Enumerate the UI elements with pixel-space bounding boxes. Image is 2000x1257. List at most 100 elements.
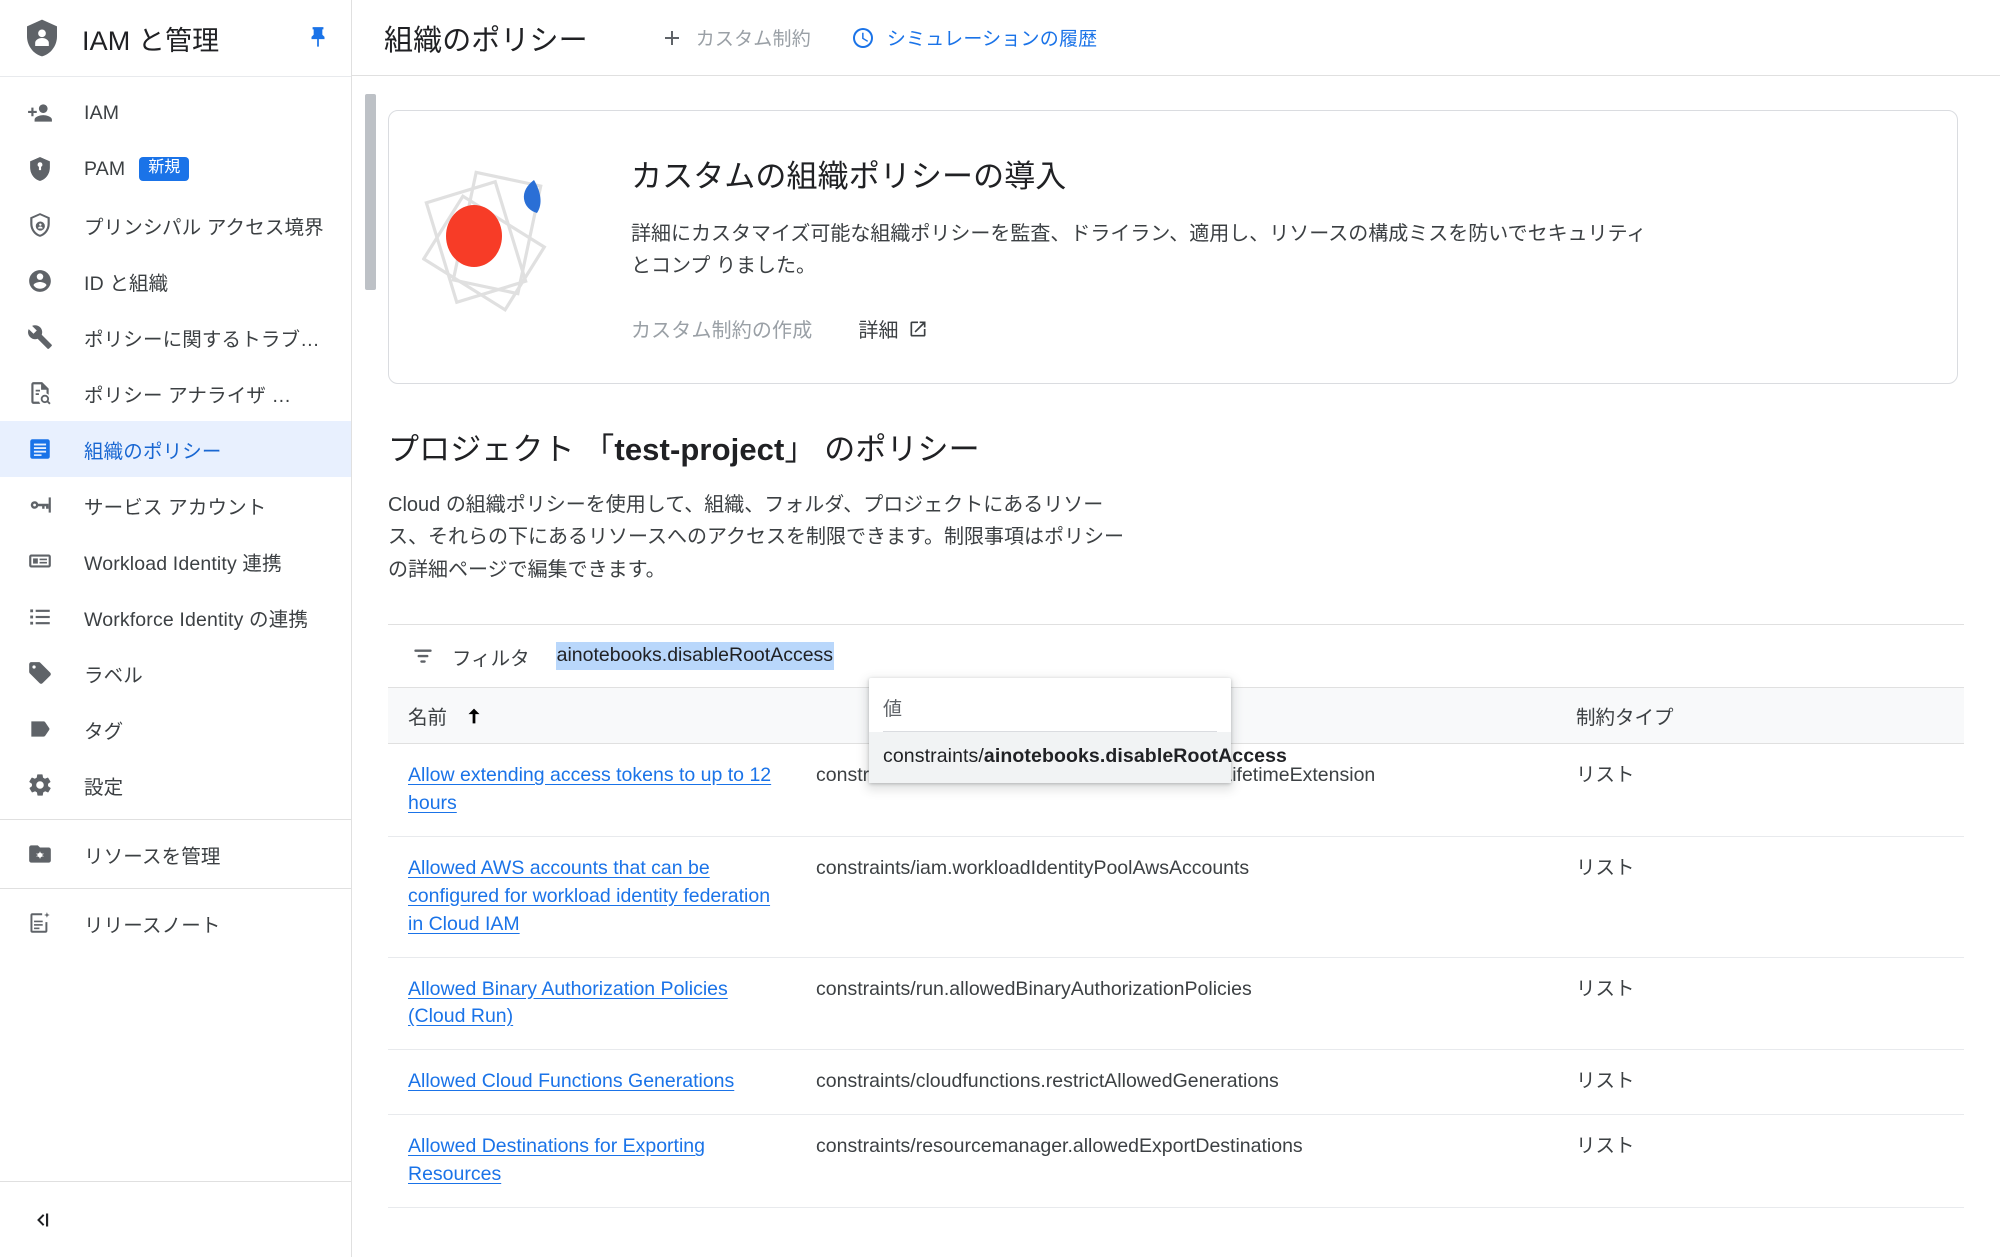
plus-icon xyxy=(660,26,684,50)
cell-policy-name: Allowed AWS accounts that can be configu… xyxy=(388,836,796,958)
scroll-region: カスタムの組織ポリシーの導入 詳細にカスタマイズ可能な組織ポリシーを監査、ドライ… xyxy=(352,76,2000,1257)
policy-name-link[interactable]: Allowed AWS accounts that can be configu… xyxy=(408,857,770,935)
cell-policy-name: Allowed Binary Authorization Policies (C… xyxy=(388,957,796,1051)
custom-constraint-button[interactable]: カスタム制約 xyxy=(660,24,811,51)
sidebar-item-label: ラベル xyxy=(84,664,143,687)
external-link-icon xyxy=(908,319,928,339)
section-title-suffix: 」 のポリシー xyxy=(784,432,980,467)
sidebar-item-policy-troubleshooter[interactable]: ポリシーに関するトラブ… xyxy=(0,309,351,365)
section-description: Cloud の組織ポリシーを使用して、組織、フォルダ、プロジェクトにあるリソース… xyxy=(388,494,1124,581)
sidebar-item-iam[interactable]: IAM xyxy=(0,85,351,141)
filter-input[interactable]: ainotebooks.disableRootAccess xyxy=(555,642,835,671)
sidebar-item-label: Workload Identity 連携 xyxy=(84,552,282,575)
sidebar-divider xyxy=(0,888,351,889)
table-row[interactable]: Allowed Destinations for Exporting Resou… xyxy=(388,1114,1964,1208)
sidebar-item-label: ポリシー アナライザ … xyxy=(84,384,292,407)
autocomplete-field-label: 値 xyxy=(883,699,903,720)
collapse-panel-icon xyxy=(28,1207,54,1233)
create-custom-constraint-link[interactable]: カスタム制約の作成 xyxy=(631,314,812,343)
cell-constraint-type: リスト xyxy=(1556,743,1964,837)
sidebar-item-tags[interactable]: タグ xyxy=(0,701,351,757)
filter-label: フィルタ xyxy=(452,647,530,670)
promo-description: 詳細にカスタマイズ可能な組織ポリシーを監査、ドライラン、適用し、リソースの構成ミ… xyxy=(631,222,1647,277)
sidebar-item-label: ID と組織 xyxy=(84,272,169,295)
page-title: 組織のポリシー xyxy=(384,24,588,57)
sidebar-item-principal-access-boundary[interactable]: プリンシパル アクセス境界 xyxy=(0,197,351,253)
column-header-type-label: 制約タイプ xyxy=(1576,707,1674,730)
sidebar-item-label: IAM xyxy=(84,101,120,124)
sidebar-item-release-notes[interactable]: リリースノート xyxy=(0,895,351,951)
cell-constraint-id: constraints/iam.workloadIdentityPoolAwsA… xyxy=(796,836,1556,958)
top-toolbar: 組織のポリシー カスタム制約 シミュレーションの履歴 xyxy=(352,0,2000,76)
sidebar-item-policy-analyzer[interactable]: ポリシー アナライザ … xyxy=(0,365,351,421)
release-notes-icon xyxy=(26,909,54,937)
sidebar-item-organization-policies[interactable]: 組織のポリシー xyxy=(0,421,351,477)
sidebar-item-manage-resources[interactable]: リソースを管理 xyxy=(0,826,351,882)
promo-body: カスタムの組織ポリシーの導入 詳細にカスタマイズ可能な組織ポリシーを監査、ドライ… xyxy=(619,151,1675,344)
sidebar-item-label: 設定 xyxy=(84,776,124,799)
section-title: プロジェクト 「test-project」 のポリシー xyxy=(388,424,2000,469)
sidebar-item-label: 組織のポリシー xyxy=(84,440,222,463)
learn-more-link[interactable]: 詳細 xyxy=(858,314,927,343)
pin-icon[interactable] xyxy=(305,25,331,51)
policy-name-link[interactable]: Allowed Cloud Functions Generations xyxy=(408,1070,734,1092)
simulation-history-label: シミュレーションの履歴 xyxy=(886,29,1098,50)
shield-person-icon xyxy=(22,18,62,58)
sidebar-item-label: プリンシパル アクセス境界 xyxy=(84,216,324,239)
sidebar-item-settings[interactable]: 設定 xyxy=(0,757,351,813)
autocomplete-option-prefix: constraints/ xyxy=(883,745,984,767)
cell-constraint-type: リスト xyxy=(1556,836,1964,958)
collapse-panel-button[interactable] xyxy=(0,1181,351,1257)
sidebar-item-pam[interactable]: PAM 新規 xyxy=(0,141,351,197)
sidebar-item-workforce-identity-federation[interactable]: Workforce Identity の連携 xyxy=(0,589,351,645)
sidebar-item-service-accounts[interactable]: サービス アカウント xyxy=(0,477,351,533)
label-icon xyxy=(26,659,54,687)
autocomplete-option[interactable]: constraints/ainotebooks.disableRootAcces… xyxy=(869,732,1287,783)
tag-icon xyxy=(26,715,54,743)
status-badge-new: 新規 xyxy=(139,156,190,182)
cell-policy-name: Allow extending access tokens to up to 1… xyxy=(388,743,796,837)
key-card-icon xyxy=(26,491,54,519)
policy-document-icon xyxy=(26,435,54,463)
filter-autocomplete-popup: 値 constraints/ainotebooks.disableRootAcc… xyxy=(869,678,1287,783)
simulation-history-button[interactable]: シミュレーションの履歴 xyxy=(851,24,1097,51)
person-add-icon xyxy=(26,99,54,127)
cell-policy-name: Allowed Cloud Functions Generations xyxy=(388,1049,796,1116)
table-row[interactable]: Allowed Cloud Functions Generations cons… xyxy=(388,1049,1964,1116)
promo-actions: カスタム制約の作成 詳細 xyxy=(631,314,1651,343)
list-icon xyxy=(26,603,54,631)
autocomplete-value-field[interactable]: 値 xyxy=(883,688,1217,732)
custom-policy-promo-card: カスタムの組織ポリシーの導入 詳細にカスタマイズ可能な組織ポリシーを監査、ドライ… xyxy=(388,110,1958,384)
table-row[interactable]: Allowed Binary Authorization Policies (C… xyxy=(388,957,1964,1051)
autocomplete-option-match: ainotebooks.disableRootAccess xyxy=(983,745,1287,767)
sidebar-item-label: タグ xyxy=(84,720,124,743)
column-header-name[interactable]: 名前 xyxy=(388,687,796,745)
wrench-icon xyxy=(26,323,54,351)
sidebar-item-label: サービス アカウント xyxy=(84,496,267,519)
arrow-up-icon xyxy=(463,705,485,727)
cell-constraint-type: リスト xyxy=(1556,957,1964,1051)
section-title-prefix: プロジェクト 「 xyxy=(388,432,615,467)
sidebar-item-label: リソースを管理 xyxy=(84,845,221,868)
column-header-constraint-type[interactable]: 制約タイプ xyxy=(1556,687,1964,745)
sidebar-item-labels[interactable]: ラベル xyxy=(0,645,351,701)
page-app-title: IAM と管理 xyxy=(82,25,220,56)
policy-name-link[interactable]: Allowed Destinations for Exporting Resou… xyxy=(408,1135,705,1185)
filter-list-icon[interactable] xyxy=(410,643,436,669)
table-body: Allow extending access tokens to up to 1… xyxy=(388,743,1964,1208)
sidebar-item-label: PAM xyxy=(84,157,126,180)
cell-constraint-id: constraints/resourcemanager.allowedExpor… xyxy=(796,1114,1556,1208)
toolbar-actions: カスタム制約 シミュレーションの履歴 xyxy=(660,24,1138,51)
policy-name-link[interactable]: Allowed Binary Authorization Policies (C… xyxy=(408,978,728,1028)
sidebar-header: IAM と管理 xyxy=(0,0,351,77)
clock-history-icon xyxy=(851,26,875,50)
folder-gear-icon xyxy=(26,840,54,868)
sidebar-item-workload-identity-federation[interactable]: Workload Identity 連携 xyxy=(0,533,351,589)
column-header-name-label: 名前 xyxy=(408,707,448,730)
policy-name-link[interactable]: Allow extending access tokens to up to 1… xyxy=(408,764,771,814)
table-row[interactable]: Allowed AWS accounts that can be configu… xyxy=(388,836,1964,958)
sidebar-item-identity-and-organization[interactable]: ID と組織 xyxy=(0,253,351,309)
sidebar-divider xyxy=(0,819,351,820)
account-circle-icon xyxy=(26,267,54,295)
cell-policy-name: Allowed Destinations for Exporting Resou… xyxy=(388,1114,796,1208)
